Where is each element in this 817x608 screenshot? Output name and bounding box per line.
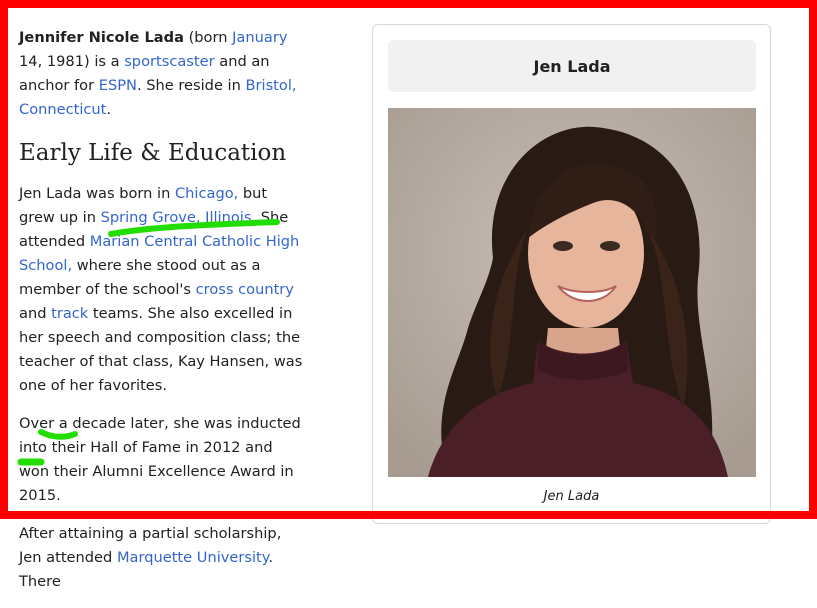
link-cross-country[interactable]: cross country	[196, 281, 294, 298]
photo-caption: Jen Lada	[543, 489, 600, 504]
link-marquette[interactable]: Marquette University	[117, 549, 268, 566]
article-body: Jennifer Nicole Lada (born January 14, 1…	[19, 26, 304, 608]
link-track[interactable]: track	[51, 305, 88, 322]
infobox-title: Jen Lada	[388, 40, 756, 92]
portrait-illustration	[388, 108, 756, 477]
section-heading: Early Life & Education	[19, 140, 287, 166]
intro-paragraph: Jennifer Nicole Lada (born January 14, 1…	[19, 29, 297, 118]
link-spring-grove[interactable]: Spring Grove, Illinois	[101, 209, 252, 226]
subject-name: Jennifer Nicole Lada	[19, 29, 184, 46]
college-paragraph: After attaining a partial scholarship, J…	[19, 525, 282, 590]
hall-of-fame-paragraph: Over a decade later, she was inducted in…	[19, 415, 301, 504]
link-january[interactable]: January	[232, 29, 287, 46]
link-sportscaster[interactable]: sportscaster	[124, 53, 214, 70]
infobox: Jen Lada Jen Lada	[372, 24, 771, 524]
early-life-paragraph: Jen Lada was born in Chicago, but grew u…	[19, 185, 303, 394]
link-espn[interactable]: ESPN	[99, 77, 137, 94]
link-chicago[interactable]: Chicago,	[175, 185, 238, 202]
portrait-photo[interactable]	[388, 108, 756, 477]
